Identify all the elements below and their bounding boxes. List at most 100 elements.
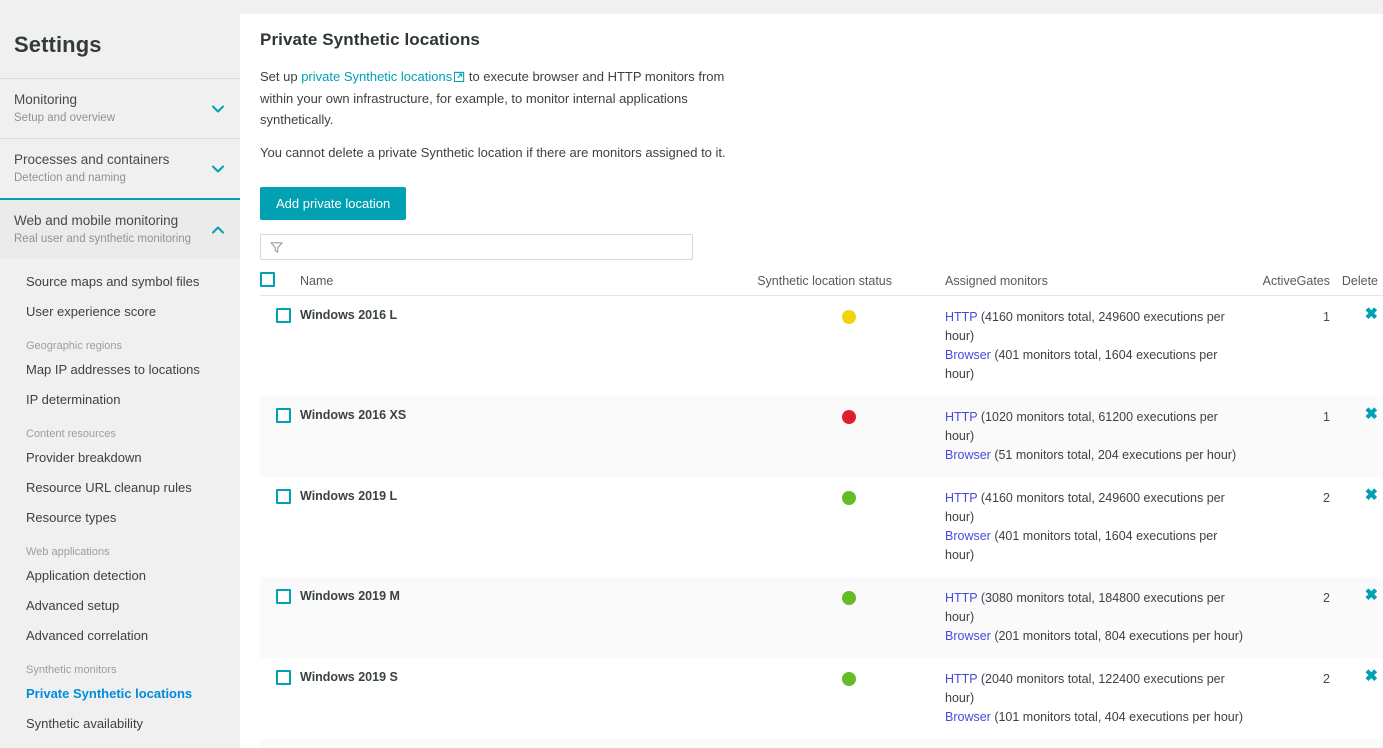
browser-monitors-link[interactable]: Browser: [945, 710, 991, 724]
browser-monitors-link[interactable]: Browser: [945, 348, 991, 362]
http-monitors-line: HTTP (1020 monitors total, 61200 executi…: [945, 408, 1250, 446]
browser-monitors-line: Browser (101 monitors total, 404 executi…: [945, 708, 1250, 727]
column-header-delete: Delete: [1330, 268, 1383, 296]
location-name[interactable]: Windows 2016 XS: [300, 396, 720, 477]
row-checkbox-cell: [260, 296, 300, 397]
delete-cell: ✖: [1330, 477, 1383, 577]
sidebar-section-subtitle: Setup and overview: [14, 112, 116, 124]
table-row: Windows 2019 S HTTP (2040 monitors total,…: [260, 658, 1383, 739]
sidebar-item-map-ip-addresses-to-locations[interactable]: Map IP addresses to locations: [0, 355, 240, 385]
sidebar-item-resource-url-cleanup-rules[interactable]: Resource URL cleanup rules: [0, 473, 240, 503]
intro-paragraph-2: You cannot delete a private Synthetic lo…: [260, 145, 726, 160]
http-monitors-link[interactable]: HTTP: [945, 591, 977, 605]
http-monitors-detail: (1020 monitors total, 61200 executions p…: [945, 410, 1218, 443]
http-monitors-link[interactable]: HTTP: [945, 410, 977, 424]
chevron-up-icon[interactable]: [210, 222, 226, 238]
sidebar-section-title: Web and mobile monitoring: [14, 213, 179, 228]
sidebar-section-title: Monitoring: [14, 92, 78, 107]
sidebar-section-2[interactable]: Web and mobile monitoring Real user and s…: [0, 198, 240, 259]
private-synthetic-locations-link[interactable]: private Synthetic locations: [301, 69, 452, 84]
http-monitors-line: HTTP (4160 monitors total, 249600 execut…: [945, 308, 1250, 346]
assigned-monitors-cell: HTTP (1020 monitors total, 61200 executi…: [900, 396, 1250, 477]
row-checkbox[interactable]: [276, 308, 291, 324]
http-monitors-line: HTTP (4160 monitors total, 249600 execut…: [945, 489, 1250, 527]
column-header-assigned-monitors[interactable]: Assigned monitors: [900, 268, 1250, 296]
row-checkbox-cell: [260, 577, 300, 658]
status-dot-green: [842, 491, 856, 505]
status-dot-green: [842, 591, 856, 605]
browser-monitors-line: Browser (51 monitors total, 204 executio…: [945, 446, 1250, 465]
browser-monitors-link[interactable]: Browser: [945, 448, 991, 462]
add-private-location-button[interactable]: Add private location: [260, 187, 407, 220]
status-cell: [720, 477, 900, 577]
delete-cell: ✖: [1330, 577, 1383, 658]
browser-monitors-detail: (201 monitors total, 804 executions per …: [990, 629, 1244, 643]
http-monitors-link[interactable]: HTTP: [945, 491, 977, 505]
sidebar-group-label: Content resources: [26, 428, 116, 440]
location-name[interactable]: Windows 2019 L: [300, 477, 720, 577]
sidebar-item-source-maps-and-symbol-files[interactable]: Source maps and symbol files: [0, 267, 240, 297]
sidebar-item-private-synthetic-locations[interactable]: Private Synthetic locations: [0, 679, 240, 709]
sidebar-item-advanced-correlation[interactable]: Advanced correlation: [0, 621, 240, 651]
filter-box[interactable]: [260, 234, 693, 260]
delete-location-button[interactable]: ✖: [1365, 407, 1378, 423]
browser-monitors-detail: (101 monitors total, 404 executions per …: [990, 710, 1244, 724]
http-monitors-line: HTTP (3080 monitors total, 184800 execut…: [945, 589, 1250, 627]
location-name[interactable]: Windows 2019 M: [300, 577, 720, 658]
external-link-icon: [454, 67, 465, 88]
table-row: Windows 2016 XS HTTP (1020 monitors total…: [260, 396, 1383, 477]
sidebar-group-label: Synthetic monitors: [26, 664, 117, 676]
table-body: Windows 2016 L HTTP (4160 monitors total,…: [260, 295, 1383, 748]
filter-input[interactable]: [289, 235, 689, 259]
chevron-down-icon[interactable]: [210, 161, 226, 177]
sidebar-item-resource-types[interactable]: Resource types: [0, 503, 240, 533]
column-header-name[interactable]: Name: [300, 268, 720, 296]
browser-monitors-link[interactable]: Browser: [945, 529, 991, 543]
delete-cell: ✖: [1330, 396, 1383, 477]
delete-location-button[interactable]: ✖: [1365, 488, 1378, 504]
delete-location-button[interactable]: ✖: [1365, 588, 1378, 604]
activegates-count: 1: [1323, 310, 1330, 324]
sidebar-item-user-experience-score[interactable]: User experience score: [0, 297, 240, 327]
http-monitors-detail: (3080 monitors total, 184800 executions …: [945, 591, 1225, 624]
delete-location-button[interactable]: ✖: [1365, 307, 1378, 323]
delete-cell: ✖: [1330, 739, 1383, 748]
row-checkbox-cell: [260, 658, 300, 739]
chevron-down-icon[interactable]: [210, 101, 226, 117]
sidebar-section-1[interactable]: Processes and containers Detection and na…: [0, 138, 240, 198]
settings-sidebar: Settings Monitoring Setup and overview Pro…: [0, 0, 240, 748]
select-all-checkbox[interactable]: [260, 272, 275, 287]
sidebar-item-ip-determination[interactable]: IP determination: [0, 385, 240, 415]
assigned-monitors-cell: HTTP (2040 monitors total, 122400 execut…: [900, 658, 1250, 739]
row-checkbox[interactable]: [276, 489, 291, 505]
delete-cell: ✖: [1330, 296, 1383, 397]
private-locations-table: Name Synthetic location status Assigned …: [260, 268, 1383, 748]
table-row: Windows 2019 L HTTP (4160 monitors total,…: [260, 477, 1383, 577]
app-root: Settings Monitoring Setup and overview Pro…: [0, 0, 1383, 748]
sidebar-title: Settings: [14, 32, 102, 57]
delete-location-button[interactable]: ✖: [1365, 669, 1378, 685]
table-header-row: Name Synthetic location status Assigned …: [260, 268, 1383, 296]
row-checkbox[interactable]: [276, 670, 291, 686]
sidebar-item-provider-breakdown[interactable]: Provider breakdown: [0, 443, 240, 473]
main-content: Private Synthetic locations Set up priva…: [240, 14, 1383, 748]
status-cell: [720, 739, 900, 748]
sidebar-item-synthetic-availability[interactable]: Synthetic availability: [0, 709, 240, 739]
location-name[interactable]: Windows 2019 S: [300, 658, 720, 739]
row-checkbox[interactable]: [276, 589, 291, 605]
column-header-activegates[interactable]: ActiveGates: [1250, 268, 1330, 296]
location-name[interactable]: Windows 2016 L: [300, 296, 720, 397]
column-header-status[interactable]: Synthetic location status: [720, 268, 900, 296]
sidebar-item-application-detection[interactable]: Application detection: [0, 561, 240, 591]
http-monitors-link[interactable]: HTTP: [945, 672, 977, 686]
assigned-monitors-cell: HTTP (4160 monitors total, 249600 execut…: [900, 477, 1250, 577]
delete-cell: ✖: [1330, 658, 1383, 739]
row-checkbox[interactable]: [276, 408, 291, 424]
sidebar-item-advanced-setup[interactable]: Advanced setup: [0, 591, 240, 621]
sidebar-section-0[interactable]: Monitoring Setup and overview: [0, 78, 240, 138]
browser-monitors-link[interactable]: Browser: [945, 629, 991, 643]
sidebar-section-title: Processes and containers: [14, 152, 170, 167]
browser-monitors-line: Browser (201 monitors total, 804 executi…: [945, 627, 1250, 646]
http-monitors-link[interactable]: HTTP: [945, 310, 977, 324]
location-name[interactable]: Windows 2019 XS: [300, 739, 720, 748]
